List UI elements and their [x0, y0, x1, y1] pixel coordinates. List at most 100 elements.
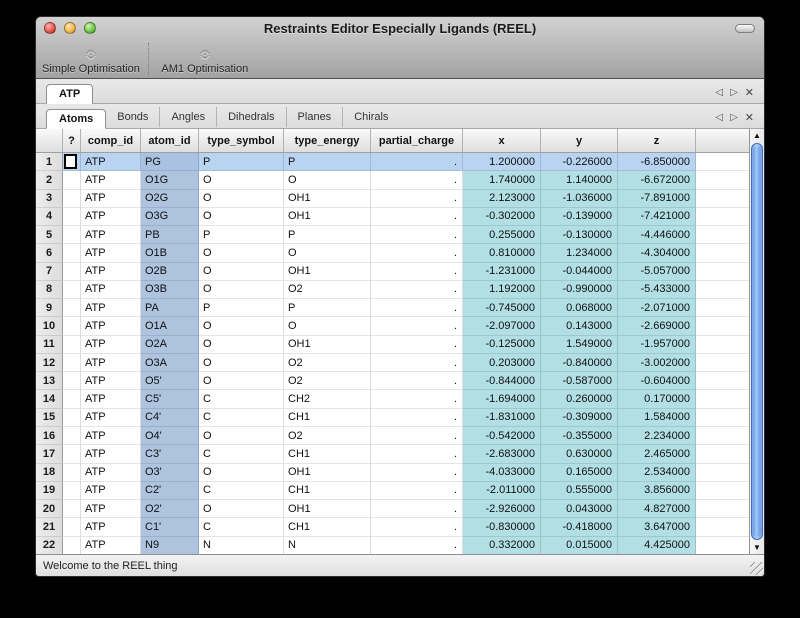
comp-id-cell[interactable]: ATP — [81, 372, 141, 390]
y-cell[interactable]: 0.143000 — [541, 317, 618, 335]
column-header-z[interactable]: z — [618, 129, 696, 152]
type-energy-cell[interactable]: OH1 — [284, 500, 371, 518]
y-cell[interactable]: -1.036000 — [541, 190, 618, 208]
y-cell[interactable]: 0.260000 — [541, 390, 618, 408]
partial-charge-cell[interactable]: . — [371, 299, 463, 317]
type-symbol-cell[interactable]: C — [199, 390, 284, 408]
type-symbol-cell[interactable]: O — [199, 190, 284, 208]
column-header-comp-id[interactable]: comp_id — [81, 129, 141, 152]
question-cell[interactable] — [63, 372, 81, 390]
type-symbol-cell[interactable]: O — [199, 171, 284, 189]
comp-id-cell[interactable]: ATP — [81, 208, 141, 226]
comp-id-cell[interactable]: ATP — [81, 244, 141, 262]
tab-dihedrals[interactable]: Dihedrals — [217, 107, 286, 127]
partial-charge-cell[interactable]: . — [371, 445, 463, 463]
type-energy-cell[interactable]: CH1 — [284, 518, 371, 536]
comp-id-cell[interactable]: ATP — [81, 153, 141, 171]
type-energy-cell[interactable]: OH1 — [284, 336, 371, 354]
type-energy-cell[interactable]: O2 — [284, 372, 371, 390]
atom-id-cell[interactable]: O2G — [141, 190, 199, 208]
tab-planes[interactable]: Planes — [287, 107, 344, 127]
tab-bonds[interactable]: Bonds — [106, 107, 160, 127]
tab-scroll-right-icon[interactable]: ▷ — [730, 88, 738, 98]
type-symbol-cell[interactable]: C — [199, 409, 284, 427]
comp-id-cell[interactable]: ATP — [81, 464, 141, 482]
column-header-y[interactable]: y — [541, 129, 618, 152]
question-cell[interactable] — [63, 299, 81, 317]
x-cell[interactable]: 1.740000 — [463, 171, 541, 189]
z-cell[interactable]: -4.446000 — [618, 226, 696, 244]
z-cell[interactable]: -7.421000 — [618, 208, 696, 226]
partial-charge-cell[interactable]: . — [371, 372, 463, 390]
atom-id-cell[interactable]: O3' — [141, 464, 199, 482]
type-symbol-cell[interactable]: O — [199, 372, 284, 390]
comp-id-cell[interactable]: ATP — [81, 226, 141, 244]
tab-chirals[interactable]: Chirals — [343, 107, 399, 127]
row-header-cell[interactable]: 5 — [36, 226, 63, 244]
row-header-cell[interactable]: 18 — [36, 464, 63, 482]
type-symbol-cell[interactable]: N — [199, 537, 284, 555]
partial-charge-cell[interactable]: . — [371, 171, 463, 189]
y-cell[interactable]: -0.309000 — [541, 409, 618, 427]
type-symbol-cell[interactable]: O — [199, 464, 284, 482]
row-header-cell[interactable]: 21 — [36, 518, 63, 536]
type-energy-cell[interactable]: P — [284, 299, 371, 317]
type-energy-cell[interactable]: O2 — [284, 354, 371, 372]
row-header-cell[interactable]: 8 — [36, 281, 63, 299]
x-cell[interactable]: -0.745000 — [463, 299, 541, 317]
simple-optimisation-button[interactable]: ⚙ Simple Optimisation — [42, 49, 140, 75]
column-header-rownum[interactable] — [36, 129, 63, 152]
partial-charge-cell[interactable]: . — [371, 464, 463, 482]
type-energy-cell[interactable]: P — [284, 226, 371, 244]
type-symbol-cell[interactable]: C — [199, 518, 284, 536]
question-cell[interactable] — [63, 518, 81, 536]
partial-charge-cell[interactable]: . — [371, 244, 463, 262]
type-symbol-cell[interactable]: P — [199, 299, 284, 317]
row-header-cell[interactable]: 7 — [36, 263, 63, 281]
y-cell[interactable]: 0.068000 — [541, 299, 618, 317]
row-header-cell[interactable]: 10 — [36, 317, 63, 335]
comp-id-cell[interactable]: ATP — [81, 336, 141, 354]
zoom-button[interactable] — [84, 22, 96, 34]
row-header-cell[interactable]: 20 — [36, 500, 63, 518]
partial-charge-cell[interactable]: . — [371, 500, 463, 518]
close-button[interactable] — [44, 22, 56, 34]
row-header-cell[interactable]: 6 — [36, 244, 63, 262]
tab-close-icon[interactable]: ✕ — [745, 113, 754, 123]
type-symbol-cell[interactable]: P — [199, 153, 284, 171]
x-cell[interactable]: -2.097000 — [463, 317, 541, 335]
tab-scroll-left-icon[interactable]: ◁ — [715, 113, 723, 123]
row-header-cell[interactable]: 1 — [36, 153, 63, 171]
type-symbol-cell[interactable]: O — [199, 336, 284, 354]
y-cell[interactable]: 0.630000 — [541, 445, 618, 463]
y-cell[interactable]: -0.355000 — [541, 427, 618, 445]
row-header-cell[interactable]: 2 — [36, 171, 63, 189]
partial-charge-cell[interactable]: . — [371, 190, 463, 208]
row-header-cell[interactable]: 19 — [36, 482, 63, 500]
z-cell[interactable]: 2.534000 — [618, 464, 696, 482]
tab-angles[interactable]: Angles — [160, 107, 217, 127]
type-energy-cell[interactable]: O — [284, 171, 371, 189]
z-cell[interactable]: -1.957000 — [618, 336, 696, 354]
type-energy-cell[interactable]: OH1 — [284, 464, 371, 482]
question-cell[interactable] — [63, 190, 81, 208]
partial-charge-cell[interactable]: . — [371, 482, 463, 500]
comp-id-cell[interactable]: ATP — [81, 427, 141, 445]
comp-id-cell[interactable]: ATP — [81, 445, 141, 463]
z-cell[interactable]: 2.465000 — [618, 445, 696, 463]
x-cell[interactable]: -4.033000 — [463, 464, 541, 482]
vertical-scrollbar[interactable]: ▲ ▼ — [749, 129, 764, 554]
z-cell[interactable]: -2.669000 — [618, 317, 696, 335]
titlebar[interactable]: Restraints Editor Especially Ligands (RE… — [36, 17, 764, 39]
row-header-cell[interactable]: 13 — [36, 372, 63, 390]
z-cell[interactable]: 2.234000 — [618, 427, 696, 445]
z-cell[interactable]: -2.071000 — [618, 299, 696, 317]
atom-id-cell[interactable]: O5' — [141, 372, 199, 390]
y-cell[interactable]: 1.234000 — [541, 244, 618, 262]
x-cell[interactable]: 1.200000 — [463, 153, 541, 171]
y-cell[interactable]: -0.226000 — [541, 153, 618, 171]
column-header-question[interactable]: ? — [63, 129, 81, 152]
partial-charge-cell[interactable]: . — [371, 281, 463, 299]
atom-id-cell[interactable]: N9 — [141, 537, 199, 555]
type-energy-cell[interactable]: O — [284, 244, 371, 262]
